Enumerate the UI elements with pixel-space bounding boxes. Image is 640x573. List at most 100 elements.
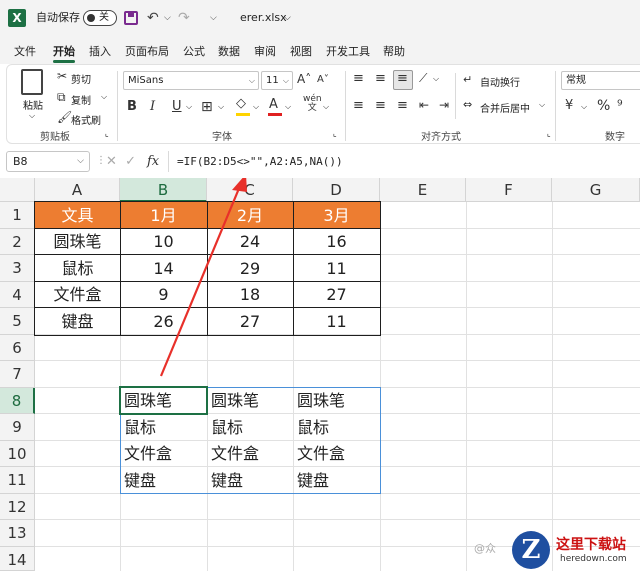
fill-color-swatch — [236, 113, 250, 116]
number-format-select[interactable]: 常规 — [561, 71, 640, 90]
fill-color-icon[interactable]: ◇ — [236, 96, 246, 111]
autosave-state: 关 — [99, 12, 109, 23]
font-name-value: MiSans — [128, 75, 164, 86]
font-name-select[interactable]: MiSans ⌵ — [123, 71, 259, 90]
cut-button[interactable]: 剪切 — [71, 71, 91, 86]
menu-page-layout[interactable]: 页面布局 — [125, 43, 169, 59]
currency-dropdown-icon[interactable]: ⌵ — [581, 102, 587, 112]
quick-access-more-icon[interactable]: ⌵ — [210, 0, 217, 36]
menu-help[interactable]: 帮助 — [383, 43, 405, 59]
paste-dropdown-icon[interactable]: ⌵ — [29, 111, 35, 121]
format-painter-icon[interactable]: 🖌 — [57, 110, 72, 124]
scissors-icon[interactable]: ✂ — [57, 69, 67, 83]
font-size-select[interactable]: 11 ⌵ — [261, 71, 293, 90]
filename-dropdown-icon[interactable]: ⌵ — [284, 0, 291, 36]
active-tab-indicator — [53, 60, 75, 63]
formula-bar: B8 ⌵ ⋮ ✕ ✓ fx =IF(B2:D5<>"",A2:A5,NA()) — [0, 148, 640, 176]
separator — [117, 71, 118, 141]
autosave-toggle[interactable]: 关 — [83, 10, 117, 26]
excel-logo-icon: X — [8, 9, 26, 27]
font-color-swatch — [268, 113, 282, 116]
wrap-text-icon[interactable]: ↵ — [463, 73, 472, 86]
align-middle-icon[interactable]: ≡ — [375, 71, 386, 86]
clipboard-launcher-icon[interactable]: ⌞ — [105, 129, 109, 138]
orientation-dropdown-icon[interactable]: ⌵ — [433, 74, 439, 84]
merge-dropdown-icon[interactable]: ⌵ — [539, 100, 545, 110]
undo-dropdown-icon[interactable]: ⌵ — [164, 0, 171, 36]
align-right-icon[interactable]: ≡ — [397, 98, 408, 113]
font-group-label: 字体 — [212, 132, 232, 143]
watermark-title: 这里下载站 — [556, 537, 626, 553]
number-format-value: 常规 — [566, 75, 586, 86]
phonetic-dropdown-icon[interactable]: ⌵ — [323, 102, 329, 112]
chevron-down-icon: ⌵ — [77, 156, 84, 166]
format-painter-button[interactable]: 格式刷 — [71, 112, 101, 127]
alignment-group-label: 对齐方式 — [421, 132, 461, 143]
merge-center-icon[interactable]: ⇔ — [463, 98, 472, 111]
watermark-text: @众 — [474, 542, 496, 555]
name-box[interactable]: B8 ⌵ — [6, 151, 90, 172]
ribbon: 粘贴 ⌵ ✂ 剪切 ⧉ 复制 ⌵ 🖌 格式刷 剪贴板 ⌞ MiSans ⌵ 11… — [6, 64, 640, 144]
align-bottom-icon: ≡ — [397, 71, 408, 86]
menu-view[interactable]: 视图 — [290, 43, 312, 59]
cancel-check-icons[interactable]: ✕ ✓ — [106, 151, 136, 172]
align-center-icon[interactable]: ≡ — [375, 98, 386, 113]
italic-button[interactable]: I — [150, 99, 155, 114]
font-color-dropdown-icon[interactable]: ⌵ — [285, 102, 291, 112]
font-size-value: 11 — [266, 75, 279, 86]
chevron-down-icon: ⌵ — [282, 76, 289, 85]
annotation-arrow-icon — [159, 178, 247, 377]
font-launcher-icon[interactable]: ⌞ — [333, 129, 337, 138]
number-group-label: 数字 — [605, 132, 625, 143]
copy-icon[interactable]: ⧉ — [57, 90, 66, 105]
autosave-label: 自动保存 — [36, 11, 80, 24]
copy-dropdown-icon[interactable]: ⌵ — [101, 92, 107, 102]
menu-developer[interactable]: 开发工具 — [326, 43, 370, 59]
orientation-icon[interactable]: ⟋ — [419, 71, 427, 86]
worksheet-grid[interactable]: A B C D E F G 1 2 3 4 5 6 7 8 9 10 11 12… — [0, 178, 640, 571]
paste-button[interactable]: 粘贴 — [23, 97, 43, 112]
shrink-font-icon[interactable]: A˅ — [317, 74, 329, 85]
alignment-launcher-icon[interactable]: ⌞ — [547, 129, 551, 138]
comma-style-icon[interactable]: ⁹ — [617, 98, 623, 114]
undo-icon[interactable]: ↶ — [147, 0, 159, 36]
name-box-value: B8 — [13, 155, 28, 168]
title-bar: X 自动保存 关 ↶ ⌵ ↷ ⌵ erer.xlsx ⌵ — [0, 0, 640, 36]
increase-indent-icon[interactable]: ⇥ — [439, 98, 449, 112]
clipboard-group-label: 剪贴板 — [40, 132, 70, 143]
underline-dropdown-icon[interactable]: ⌵ — [186, 102, 192, 112]
borders-dropdown-icon[interactable]: ⌵ — [218, 102, 224, 112]
paste-clipboard-icon[interactable] — [21, 69, 43, 95]
separator — [455, 73, 456, 119]
formula-input[interactable]: =IF(B2:D5<>"",A2:A5,NA()) — [168, 151, 640, 172]
toggle-knob-icon — [87, 14, 95, 22]
phonetic-guide-icon[interactable]: wén 文 — [303, 95, 322, 113]
currency-icon[interactable]: ¥ — [565, 98, 573, 113]
insert-function-button[interactable]: fx — [147, 151, 159, 172]
grow-font-icon[interactable]: A˄ — [297, 72, 311, 86]
percent-icon[interactable]: % — [597, 98, 610, 114]
menu-file[interactable]: 文件 — [14, 43, 36, 59]
menu-formulas[interactable]: 公式 — [183, 43, 205, 59]
align-left-icon[interactable]: ≡ — [353, 98, 364, 113]
site-logo-icon: Z — [512, 531, 550, 569]
menu-home[interactable]: 开始 — [53, 43, 75, 59]
menu-bar: 文件 开始 插入 页面布局 公式 数据 审阅 视图 开发工具 帮助 — [0, 36, 640, 64]
font-color-icon[interactable]: A — [269, 97, 278, 112]
wrap-text-button[interactable]: 自动换行 — [480, 74, 520, 89]
decrease-indent-icon[interactable]: ⇤ — [419, 98, 429, 112]
fill-color-dropdown-icon[interactable]: ⌵ — [253, 102, 259, 112]
menu-insert[interactable]: 插入 — [89, 43, 111, 59]
file-name[interactable]: erer.xlsx — [240, 0, 287, 36]
menu-data[interactable]: 数据 — [218, 43, 240, 59]
borders-icon[interactable]: ⊞ — [201, 99, 213, 115]
separator — [345, 71, 346, 141]
merge-center-button[interactable]: 合并后居中 — [480, 100, 530, 115]
bold-button[interactable]: B — [127, 99, 137, 114]
underline-button[interactable]: U — [172, 99, 182, 114]
save-icon[interactable] — [124, 11, 138, 25]
align-top-icon[interactable]: ≡ — [353, 71, 364, 86]
redo-icon[interactable]: ↷ — [178, 0, 190, 36]
copy-button[interactable]: 复制 — [71, 92, 91, 107]
menu-review[interactable]: 审阅 — [254, 43, 276, 59]
